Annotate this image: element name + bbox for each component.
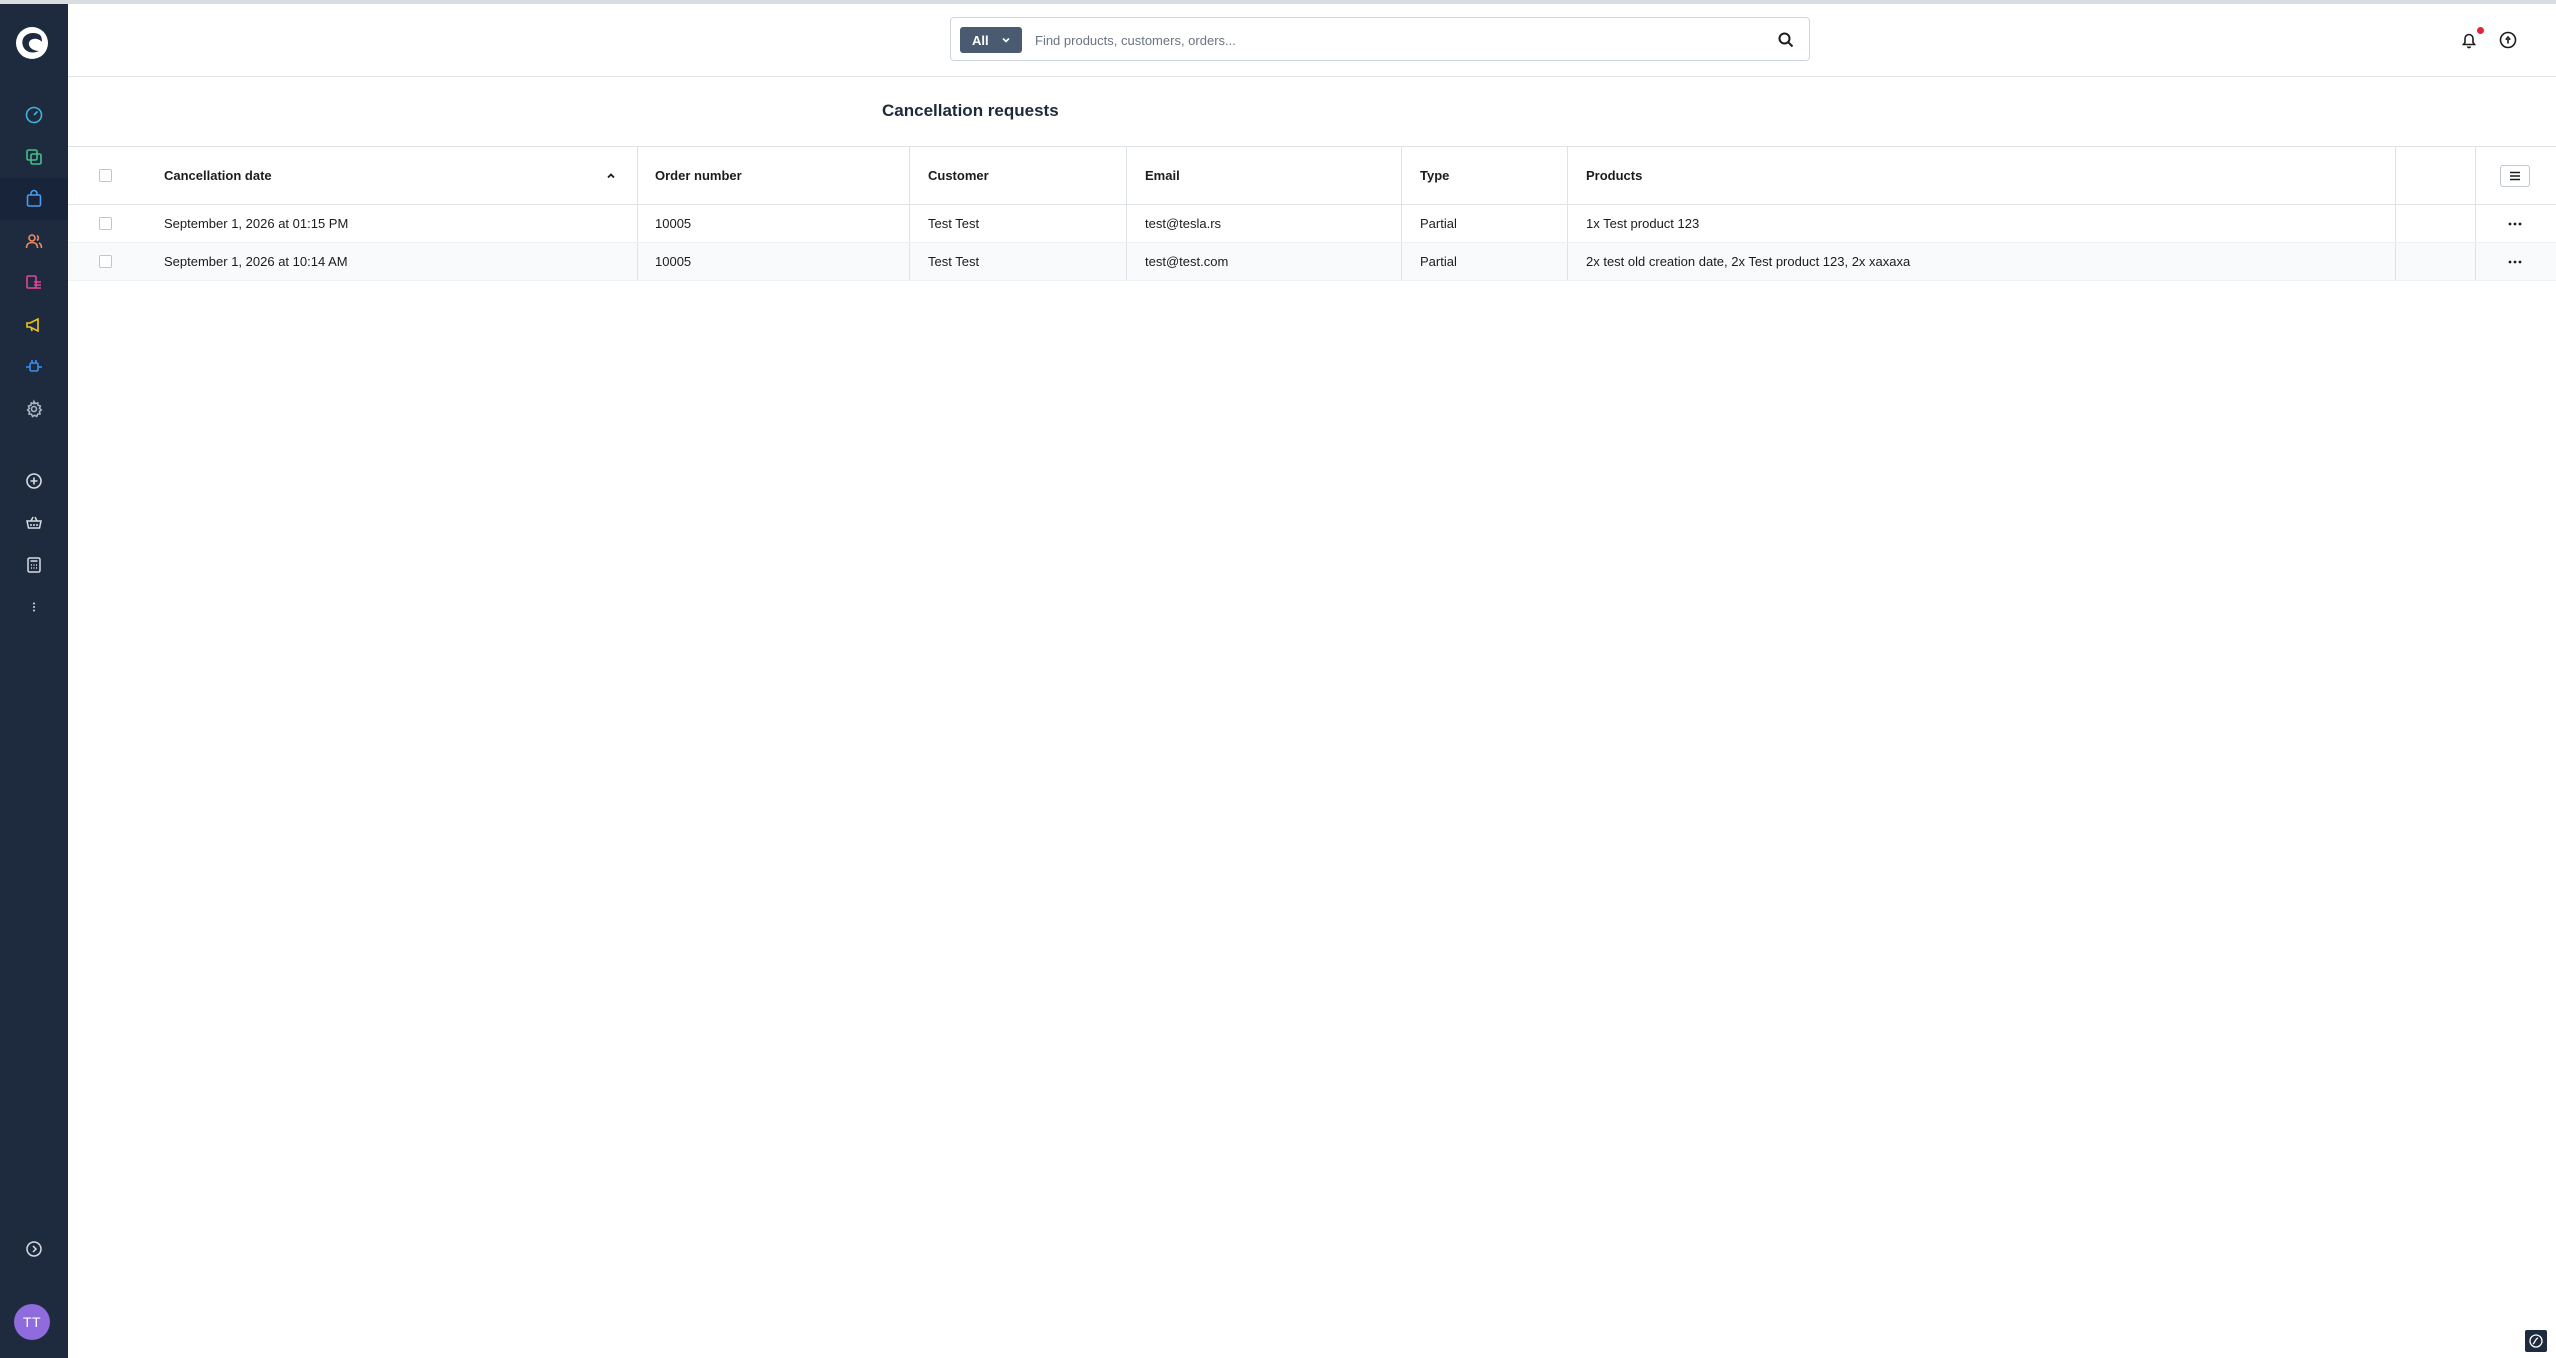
sidebar: TT <box>0 4 68 1358</box>
chevron-right-circle-icon <box>26 1241 42 1257</box>
cell-cancellation-date: September 1, 2026 at 10:14 AM <box>164 254 348 269</box>
stack-icon <box>26 149 42 165</box>
column-divider <box>637 205 638 242</box>
column-divider <box>1567 205 1568 242</box>
column-divider <box>1401 243 1402 280</box>
sidebar-item-settings[interactable] <box>0 388 68 430</box>
column-header-email[interactable]: Email <box>1145 147 1180 204</box>
column-divider <box>1401 205 1402 242</box>
sidebar-item-orders[interactable] <box>0 178 68 220</box>
column-settings-button[interactable] <box>2500 165 2530 187</box>
column-divider <box>1567 243 1568 280</box>
column-divider <box>909 147 910 204</box>
more-horizontal-icon <box>2508 222 2522 225</box>
column-divider <box>2395 205 2396 242</box>
cell-cancellation-date: September 1, 2026 at 01:15 PM <box>164 216 349 231</box>
sidebar-item-content[interactable] <box>0 262 68 304</box>
search-type-label: All <box>972 32 989 48</box>
page-title: Cancellation requests <box>882 101 1059 120</box>
column-divider <box>1126 243 1127 280</box>
bag-icon <box>26 189 42 207</box>
megaphone-icon <box>26 317 39 333</box>
calculator-icon <box>27 557 41 573</box>
avatar[interactable]: TT <box>14 1304 50 1340</box>
sidebar-item-more[interactable] <box>0 586 68 628</box>
select-all-checkbox[interactable] <box>99 169 112 182</box>
row-select-cell <box>99 205 119 242</box>
cell-order-number[interactable]: 10005 <box>655 243 691 280</box>
cell-order-number[interactable]: 10005 <box>655 205 691 242</box>
sidebar-item-dashboard[interactable] <box>0 94 68 136</box>
global-search: All <box>950 17 1810 61</box>
cell-products: 2x test old creation date, 2x Test produ… <box>1586 254 1911 269</box>
users-icon <box>25 234 43 249</box>
column-divider <box>1401 147 1402 204</box>
row-checkbox[interactable] <box>99 255 112 268</box>
search-type-dropdown[interactable]: All <box>960 27 1022 53</box>
shopware-logo[interactable] <box>15 26 49 60</box>
column-divider <box>1567 147 1568 204</box>
table-row[interactable]: September 1, 2026 at 01:15 PM 10005 Test… <box>68 205 2556 243</box>
table-row[interactable]: September 1, 2026 at 10:14 AM 10005 Test… <box>68 243 2556 281</box>
notification-badge <box>2477 27 2484 34</box>
column-divider <box>2395 243 2396 280</box>
gauge-icon <box>25 106 43 124</box>
search-input[interactable] <box>1035 27 1755 53</box>
column-divider <box>1126 205 1127 242</box>
symfony-icon <box>2529 1334 2543 1348</box>
chevron-down-icon <box>1002 37 1010 43</box>
top-header: All <box>68 4 2556 77</box>
column-header-order-number[interactable]: Order number <box>655 147 742 204</box>
more-vertical-icon <box>33 602 35 612</box>
list-icon <box>2510 171 2520 181</box>
table-header: Cancellation date Order number Customer … <box>68 147 2556 205</box>
column-header-type[interactable]: Type <box>1420 147 1449 204</box>
select-all-cell <box>99 147 119 204</box>
cell-type: Partial <box>1420 216 1457 231</box>
column-divider <box>2475 243 2476 280</box>
cell-customer: Test Test <box>928 216 980 231</box>
plus-circle-icon <box>26 473 42 489</box>
gear-icon <box>26 399 43 418</box>
sidebar-item-shop[interactable] <box>0 502 68 544</box>
more-horizontal-icon <box>2508 260 2522 263</box>
search-icon[interactable] <box>1777 31 1795 49</box>
column-divider <box>1126 147 1127 204</box>
cancellation-requests-table: Cancellation date Order number Customer … <box>68 147 2556 281</box>
sidebar-item-calculator[interactable] <box>0 544 68 586</box>
content-icon <box>26 275 41 289</box>
column-divider <box>909 243 910 280</box>
column-header-cancellation-date[interactable]: Cancellation date <box>164 147 272 204</box>
sidebar-item-marketing[interactable] <box>0 304 68 346</box>
column-divider <box>2475 205 2476 242</box>
cell-products: 1x Test product 123 <box>1586 216 1700 231</box>
sidebar-item-catalogues[interactable] <box>0 136 68 178</box>
column-divider <box>909 205 910 242</box>
symfony-toolbar-icon[interactable] <box>2525 1330 2547 1352</box>
help-icon[interactable] <box>2497 29 2519 51</box>
column-divider <box>637 147 638 204</box>
sort-ascending-icon[interactable] <box>606 171 616 181</box>
cell-type: Partial <box>1420 254 1457 269</box>
basket-icon <box>26 516 42 529</box>
plug-icon <box>26 360 42 372</box>
row-actions-button[interactable] <box>2500 243 2530 280</box>
cell-email: test@test.com <box>1145 254 1229 269</box>
sidebar-item-customers[interactable] <box>0 220 68 262</box>
row-checkbox[interactable] <box>99 217 112 230</box>
sidebar-item-extensions[interactable] <box>0 346 68 388</box>
column-header-products[interactable]: Products <box>1586 147 1642 204</box>
row-select-cell <box>99 243 119 280</box>
sidebar-item-add[interactable] <box>0 460 68 502</box>
row-actions-button[interactable] <box>2500 205 2530 242</box>
sidebar-collapse-button[interactable] <box>0 1228 68 1270</box>
column-divider <box>637 243 638 280</box>
cell-customer: Test Test <box>928 254 980 269</box>
column-divider <box>2475 147 2476 204</box>
column-header-customer[interactable]: Customer <box>928 147 989 204</box>
column-divider <box>2395 147 2396 204</box>
avatar-initials: TT <box>22 1314 42 1330</box>
cell-email: test@tesla.rs <box>1145 216 1222 231</box>
